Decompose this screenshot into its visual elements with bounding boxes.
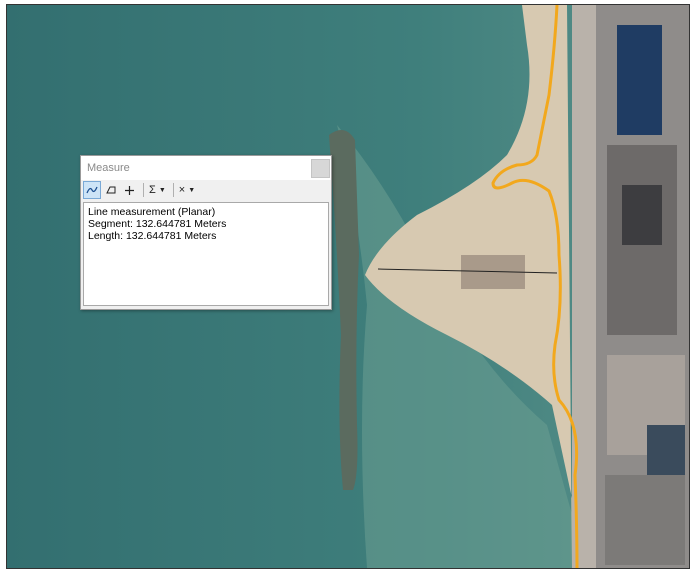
toolbar-separator <box>172 183 174 197</box>
sum-dropdown[interactable]: Σ ▼ <box>148 182 167 198</box>
measurement-type: Line measurement (Planar) <box>88 206 216 218</box>
measurement-results: Line measurement (Planar) Segment: 132.6… <box>83 202 329 306</box>
area-measure-icon <box>106 186 116 194</box>
window-title: Measure <box>87 162 130 174</box>
building-pool <box>617 25 662 135</box>
line-measure-icon <box>86 186 98 194</box>
chevron-down-icon: ▼ <box>158 186 166 194</box>
feature-measure-button[interactable] <box>121 182 137 198</box>
close-button[interactable] <box>311 159 330 178</box>
toolbar-separator <box>143 183 144 197</box>
line-measure-button[interactable] <box>83 181 101 199</box>
building-shadow <box>622 185 662 245</box>
building-lower <box>605 475 685 565</box>
length-value: Length: 132.644781 Meters <box>88 230 217 242</box>
measure-toolbar: Σ ▼ × ▼ <box>81 180 331 200</box>
measure-window[interactable]: Measure Σ ▼ × ▼ Line measurement (Planar… <box>80 155 332 310</box>
sum-icon: Σ <box>149 184 156 196</box>
title-bar[interactable]: Measure <box>81 156 331 180</box>
segment-value: Segment: 132.644781 Meters <box>88 218 227 230</box>
units-dropdown[interactable]: × ▼ <box>178 182 196 198</box>
area-measure-button[interactable] <box>103 182 119 198</box>
feature-measure-icon <box>124 185 134 195</box>
chevron-down-icon: ▼ <box>188 186 196 194</box>
units-icon: × <box>178 184 186 196</box>
